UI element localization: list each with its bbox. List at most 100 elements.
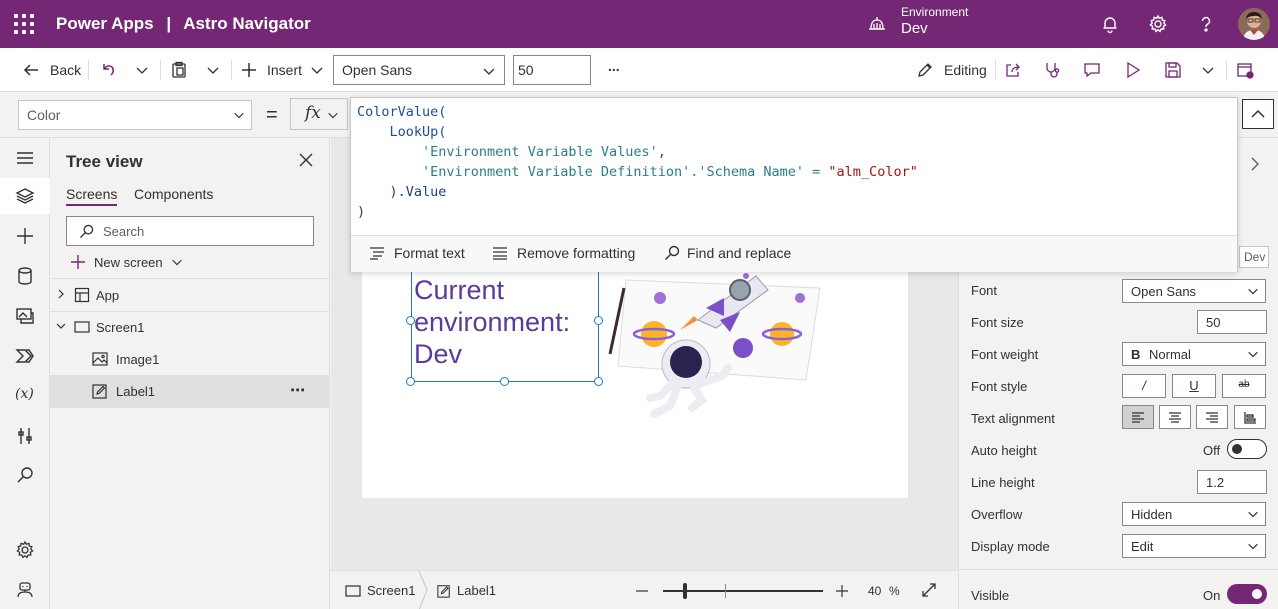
- hamburger-icon[interactable]: [15, 148, 35, 168]
- chevron-down-icon: [1248, 511, 1258, 518]
- align-center-button[interactable]: [1159, 405, 1191, 429]
- breadcrumb-label1[interactable]: Label1: [437, 583, 496, 598]
- italic-button[interactable]: /: [1122, 374, 1166, 398]
- overflow-label: Overflow: [971, 507, 1023, 522]
- power-automate-icon[interactable]: [15, 346, 35, 366]
- gear-icon[interactable]: [1148, 14, 1168, 34]
- virtual-agent-icon[interactable]: [15, 580, 35, 600]
- resize-handle[interactable]: [500, 377, 509, 386]
- strikethrough-button[interactable]: ab: [1222, 374, 1266, 398]
- editing-button[interactable]: Editing: [916, 48, 987, 92]
- font-size-input[interactable]: 50: [1197, 310, 1267, 334]
- preview-button[interactable]: [1124, 48, 1142, 92]
- find-replace-button[interactable]: Find and replace: [664, 245, 791, 261]
- collapse-formula-button[interactable]: [1242, 99, 1274, 129]
- more-options-icon[interactable]: ⋯: [290, 381, 306, 399]
- save-button[interactable]: [1164, 48, 1182, 92]
- align-left-button[interactable]: [1122, 405, 1154, 429]
- align-right-icon: [1206, 412, 1218, 423]
- layers-icon[interactable]: [15, 186, 35, 206]
- chevron-down-icon: [483, 68, 495, 75]
- more-button[interactable]: ...: [608, 44, 620, 88]
- help-icon[interactable]: [1196, 14, 1216, 34]
- text-alignment-label: Text alignment: [971, 411, 1055, 426]
- search-icon[interactable]: [15, 466, 35, 486]
- environment-value[interactable]: Dev: [901, 20, 928, 37]
- align-right-button[interactable]: [1196, 405, 1228, 429]
- fx-button[interactable]: fx: [290, 98, 348, 130]
- bell-icon[interactable]: [1100, 14, 1120, 34]
- auto-height-toggle[interactable]: [1227, 439, 1267, 459]
- breadcrumb-label: Screen1: [367, 583, 416, 598]
- tree-node-label1[interactable]: Label1 ⋯: [50, 375, 330, 407]
- new-screen-button[interactable]: New screen: [70, 254, 183, 270]
- save-dropdown[interactable]: [1201, 48, 1215, 92]
- comments-button[interactable]: [1083, 48, 1101, 92]
- fit-to-window-icon[interactable]: [921, 582, 937, 598]
- zoom-in-icon[interactable]: [835, 584, 849, 598]
- plus-icon[interactable]: [15, 226, 35, 246]
- environment-icon[interactable]: [868, 15, 886, 33]
- formula-editor[interactable]: ColorValue( LookUp( 'Environment Variabl…: [350, 97, 1238, 272]
- tab-components[interactable]: Components: [134, 186, 213, 202]
- app-launcher-icon[interactable]: [14, 14, 34, 34]
- undo-button[interactable]: [99, 48, 117, 92]
- chevron-down-icon: [1248, 351, 1258, 358]
- font-select[interactable]: Open Sans: [1122, 279, 1266, 303]
- gear-icon[interactable]: [15, 540, 35, 560]
- share-button[interactable]: [1004, 48, 1022, 92]
- publish-button[interactable]: [1236, 48, 1254, 92]
- avatar[interactable]: [1238, 8, 1270, 40]
- line-height-input[interactable]: 1.2: [1197, 470, 1267, 494]
- tools-icon[interactable]: [15, 426, 35, 446]
- align-justify-button[interactable]: [1234, 405, 1266, 429]
- font-style-buttons: / U ab: [1122, 374, 1266, 398]
- remove-formatting-button[interactable]: Remove formatting: [492, 245, 635, 261]
- code-line: ): [357, 204, 366, 220]
- font-family-select[interactable]: Open Sans: [333, 55, 505, 85]
- resize-handle[interactable]: [406, 316, 415, 325]
- chevron-right-icon[interactable]: [1249, 156, 1261, 172]
- font-style-label: Font style: [971, 379, 1028, 394]
- chevron-down-icon: [1202, 67, 1214, 74]
- overflow-select[interactable]: Hidden: [1122, 502, 1266, 526]
- zoom-slider-thumb[interactable]: [683, 583, 687, 599]
- tree-node-label: Image1: [116, 352, 160, 367]
- property-select[interactable]: Color: [18, 100, 252, 130]
- resize-handle[interactable]: [594, 377, 603, 386]
- database-icon[interactable]: [15, 266, 35, 286]
- tree-node-screen1[interactable]: Screen1: [50, 311, 330, 343]
- tree-node-app[interactable]: App: [50, 279, 330, 311]
- close-icon[interactable]: [298, 152, 314, 168]
- label-control-current-environment[interactable]: Current environment: Dev: [411, 269, 599, 382]
- zoom-slider[interactable]: [663, 583, 823, 599]
- plus-icon: [71, 255, 85, 269]
- format-lines-icon: [370, 247, 384, 260]
- variables-icon[interactable]: (x): [15, 386, 34, 402]
- tab-screens[interactable]: Screens: [66, 186, 118, 206]
- underline-button[interactable]: U: [1172, 374, 1216, 398]
- app-checker-button[interactable]: [1043, 48, 1061, 92]
- format-text-button[interactable]: Format text: [369, 245, 465, 261]
- tree-search-input[interactable]: Search: [66, 216, 314, 246]
- astronaut-image[interactable]: [606, 268, 824, 418]
- resize-handle[interactable]: [594, 316, 603, 325]
- tree-node-image1[interactable]: Image1: [50, 343, 330, 375]
- chevron-down-icon: [1248, 288, 1258, 295]
- resize-handle[interactable]: [406, 377, 415, 386]
- media-icon[interactable]: [15, 306, 35, 326]
- paste-dropdown[interactable]: [206, 48, 220, 92]
- breadcrumb-screen1[interactable]: Screen1: [345, 583, 415, 598]
- font-size-input[interactable]: 50: [513, 55, 591, 85]
- insert-button[interactable]: Insert: [240, 48, 324, 92]
- back-button[interactable]: Back: [22, 48, 81, 92]
- display-mode-select[interactable]: Edit: [1122, 534, 1266, 558]
- formula-code[interactable]: ColorValue( LookUp( 'Environment Variabl…: [357, 102, 918, 222]
- toggle-knob: [1252, 589, 1262, 599]
- undo-dropdown[interactable]: [135, 48, 149, 92]
- paste-button[interactable]: [170, 48, 188, 92]
- align-justify-icon: [1244, 412, 1256, 424]
- visible-toggle[interactable]: [1227, 584, 1267, 604]
- font-weight-select[interactable]: B Normal: [1122, 342, 1266, 366]
- zoom-out-icon[interactable]: [635, 584, 649, 598]
